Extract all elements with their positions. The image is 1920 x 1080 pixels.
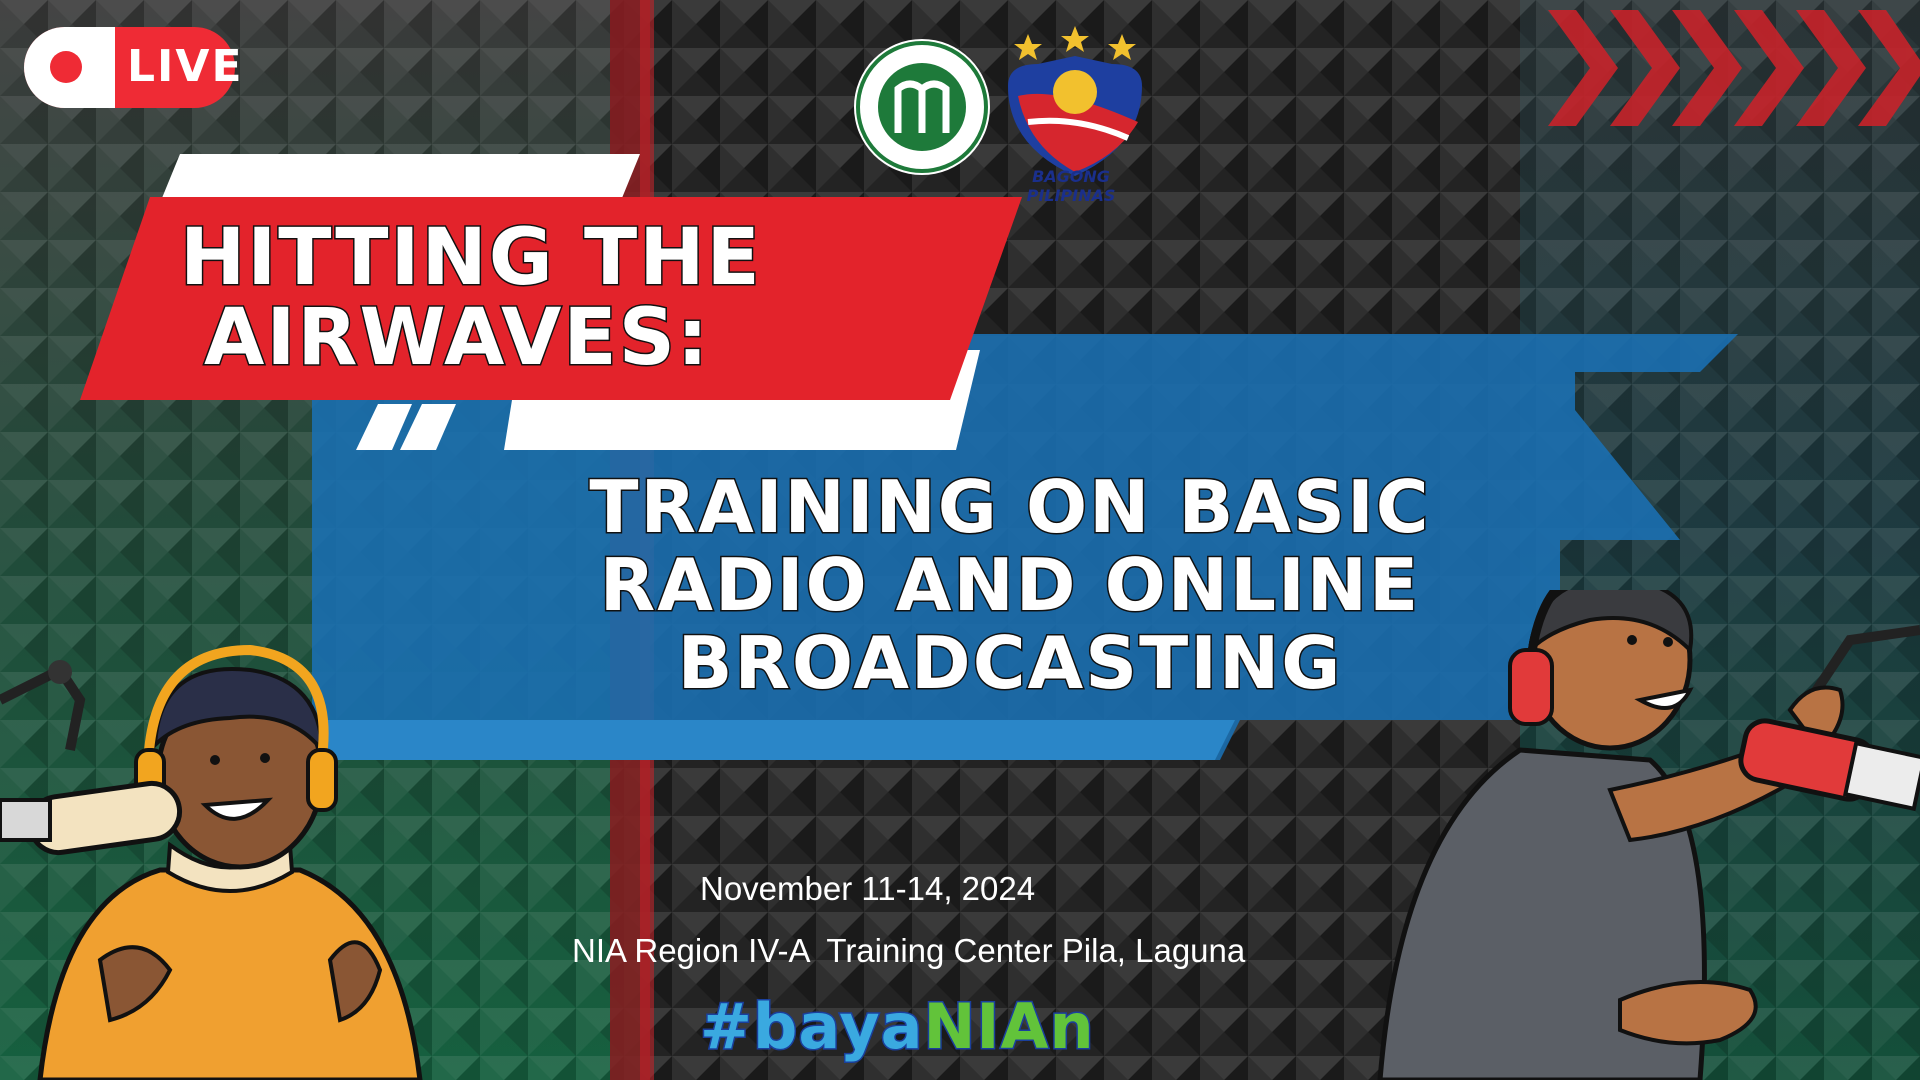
live-label: LIVE bbox=[127, 41, 244, 92]
hashtag: #bayaNIAn bbox=[699, 989, 1096, 1065]
event-date: November 11-14, 2024 bbox=[700, 870, 1036, 907]
record-dot-icon bbox=[50, 51, 82, 83]
event-venue: NIA Region IV-A Training Center Pila, La… bbox=[572, 932, 1246, 969]
subtitle-line-1: TRAINING ON BASIC bbox=[588, 465, 1431, 549]
title-line-1: HITTING THE bbox=[179, 213, 762, 303]
title-line-2: AIRWAVES: bbox=[203, 293, 711, 383]
hashtag-part-2: NIAn bbox=[922, 989, 1095, 1065]
hashtag-part-1: #baya bbox=[699, 989, 925, 1065]
bagong-pilipinas-text: BAGONG PILIPINAS bbox=[1026, 167, 1116, 205]
live-dot-container bbox=[24, 27, 115, 108]
bagong-pilipinas-logo bbox=[1008, 26, 1142, 176]
live-badge: LIVE bbox=[24, 27, 242, 108]
chevron-decoration bbox=[1548, 10, 1920, 126]
nia-seal-logo bbox=[854, 39, 990, 175]
host-illustration-left bbox=[0, 644, 423, 1080]
host-illustration-right bbox=[1377, 590, 1920, 1080]
title-main: HITTING THE AIRWAVES: bbox=[179, 213, 940, 383]
